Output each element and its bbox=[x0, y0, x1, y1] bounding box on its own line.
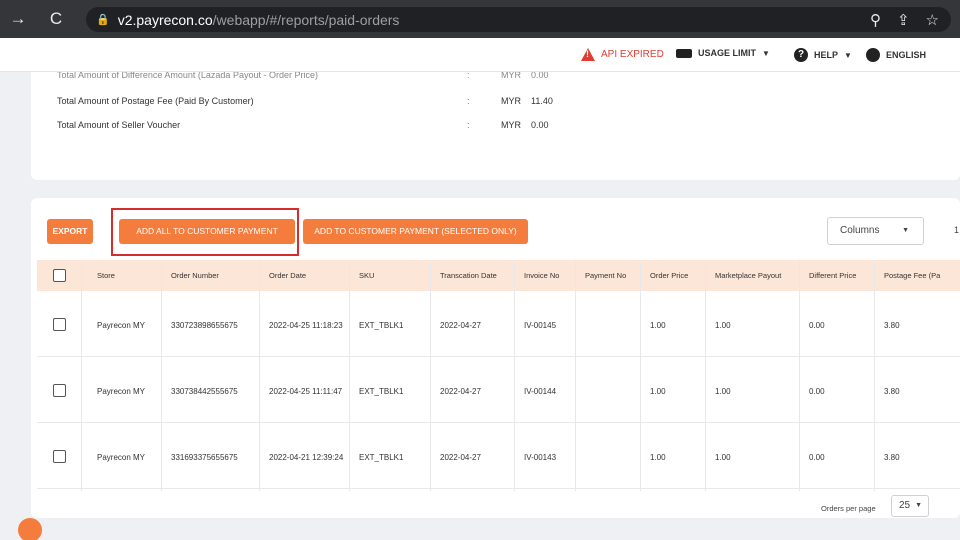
orders-per-page-label: Orders per page bbox=[821, 504, 876, 513]
url-path: /webapp/#/reports/paid-orders bbox=[212, 11, 400, 28]
caret-down-icon: ▼ bbox=[762, 48, 770, 58]
summary-colon: : bbox=[467, 96, 470, 106]
language-label: ENGLISH bbox=[886, 50, 927, 60]
cell-different-price: 0.00 bbox=[809, 453, 825, 462]
cell-store: Payrecon MY bbox=[97, 453, 146, 462]
cell-different-price: 0.00 bbox=[809, 387, 825, 396]
help-icon: ? bbox=[794, 48, 808, 62]
column-header[interactable]: SKU bbox=[359, 271, 374, 280]
caret-down-icon: ▼ bbox=[902, 227, 909, 234]
column-header[interactable]: Order Number bbox=[171, 271, 219, 280]
cell-sku: EXT_TBLK1 bbox=[359, 453, 404, 462]
url-domain: v2.payrecon.co bbox=[117, 11, 213, 28]
cell-order-number: 330738442555675 bbox=[171, 387, 238, 396]
cell-order-price: 1.00 bbox=[650, 387, 666, 396]
orders-per-page-select[interactable]: 25 ▼ bbox=[891, 495, 929, 517]
usage-limit-menu[interactable]: USAGE LIMIT ▼ bbox=[676, 48, 770, 58]
table-row[interactable]: Payrecon MY 330738442555675 2022-04-25 1… bbox=[37, 357, 960, 423]
browser-toolbar: → C 🔒 v2.payrecon.co/webapp/#/reports/pa… bbox=[0, 0, 960, 38]
column-header[interactable]: Marketplace Payout bbox=[715, 271, 781, 280]
lock-icon: 🔒 bbox=[96, 14, 110, 26]
column-header[interactable]: Transcation Date bbox=[440, 271, 497, 280]
cell-order-price: 1.00 bbox=[650, 453, 666, 462]
help-menu[interactable]: ? HELP ▼ bbox=[794, 48, 852, 62]
table-row[interactable]: Payrecon MY 331693375655675 2022-04-21 1… bbox=[37, 423, 960, 489]
cell-sku: EXT_TBLK1 bbox=[359, 321, 404, 330]
share-icon[interactable]: ⇪ bbox=[897, 11, 910, 29]
summary-label: Total Amount of Seller Voucher bbox=[57, 120, 181, 130]
forward-arrow-icon[interactable]: → bbox=[6, 9, 30, 29]
address-bar[interactable]: 🔒 v2.payrecon.co/webapp/#/reports/paid-o… bbox=[86, 7, 951, 32]
star-icon[interactable]: ☆ bbox=[926, 11, 939, 29]
cell-order-date: 2022-04-25 11:11:47 bbox=[269, 387, 343, 396]
summary-colon: : bbox=[467, 120, 470, 130]
cell-transaction-date: 2022-04-27 bbox=[440, 387, 481, 396]
search-icon[interactable]: ⚲ bbox=[870, 11, 881, 29]
select-all-checkbox[interactable] bbox=[53, 269, 66, 282]
chat-bubble-icon[interactable] bbox=[18, 518, 42, 540]
table-header: Store Order Number Order Date SKU Transc… bbox=[37, 260, 960, 291]
cell-order-price: 1.00 bbox=[650, 321, 666, 330]
api-status-label: API EXPIRED bbox=[601, 49, 664, 60]
cell-invoice-no: IV-00144 bbox=[524, 387, 557, 396]
cell-postage-fee: 3.80 bbox=[884, 321, 900, 330]
summary-value: 0.00 bbox=[531, 120, 549, 130]
cell-order-number: 331693375655675 bbox=[171, 453, 238, 462]
row-checkbox[interactable] bbox=[53, 450, 66, 463]
cell-marketplace-payout: 1.00 bbox=[715, 453, 731, 462]
column-header[interactable]: Invoice No bbox=[524, 271, 559, 280]
cell-postage-fee: 3.80 bbox=[884, 387, 900, 396]
columns-select[interactable]: Columns ▼ bbox=[827, 217, 924, 245]
drive-icon bbox=[676, 48, 692, 58]
column-header[interactable]: Order Date bbox=[269, 271, 306, 280]
cell-transaction-date: 2022-04-27 bbox=[440, 321, 481, 330]
caret-down-icon: ▼ bbox=[844, 50, 852, 60]
cell-order-date: 2022-04-21 12:39:24 bbox=[269, 453, 344, 462]
app-header: API EXPIRED USAGE LIMIT ▼ ? HELP ▼ ENGLI… bbox=[0, 38, 960, 72]
columns-label: Columns bbox=[840, 225, 880, 236]
cell-order-date: 2022-04-25 11:18:23 bbox=[269, 321, 343, 330]
cell-store: Payrecon MY bbox=[97, 387, 146, 396]
summary-label: Total Amount of Postage Fee (Paid By Cus… bbox=[57, 96, 254, 106]
globe-icon bbox=[866, 48, 880, 62]
highlight-box bbox=[111, 208, 299, 256]
summary-value: 11.40 bbox=[531, 96, 553, 106]
language-menu[interactable]: ENGLISH bbox=[866, 48, 926, 62]
cell-transaction-date: 2022-04-27 bbox=[440, 453, 481, 462]
reload-icon[interactable]: C bbox=[44, 9, 68, 29]
row-checkbox[interactable] bbox=[53, 384, 66, 397]
table-row[interactable]: Payrecon MY 330723898655675 2022-04-25 1… bbox=[37, 291, 960, 357]
column-header[interactable]: Payment No bbox=[585, 271, 626, 280]
cell-marketplace-payout: 1.00 bbox=[715, 387, 731, 396]
cell-sku: EXT_TBLK1 bbox=[359, 387, 404, 396]
cell-order-number: 330723898655675 bbox=[171, 321, 238, 330]
add-selected-to-customer-payment-button[interactable]: ADD TO CUSTOMER PAYMENT (SELECTED ONLY) bbox=[303, 219, 528, 244]
column-header[interactable]: Store bbox=[97, 271, 115, 280]
column-header[interactable]: Different Price bbox=[809, 271, 856, 280]
column-header[interactable]: Order Price bbox=[650, 271, 688, 280]
summary-card: Total Amount of Difference Amount (Lazad… bbox=[31, 56, 960, 180]
cell-marketplace-payout: 1.00 bbox=[715, 321, 731, 330]
usage-limit-label: USAGE LIMIT bbox=[698, 48, 756, 58]
summary-currency: MYR bbox=[501, 120, 521, 130]
warning-icon bbox=[581, 48, 595, 61]
caret-down-icon: ▼ bbox=[915, 502, 922, 509]
orders-card: EXPORT ADD ALL TO CUSTOMER PAYMENT ADD T… bbox=[31, 198, 960, 518]
api-status[interactable]: API EXPIRED bbox=[581, 48, 664, 61]
cell-postage-fee: 3.80 bbox=[884, 453, 900, 462]
clipped-text: 1 bbox=[954, 225, 960, 235]
row-checkbox[interactable] bbox=[53, 318, 66, 331]
cell-store: Payrecon MY bbox=[97, 321, 146, 330]
column-header[interactable]: Postage Fee (Pa bbox=[884, 271, 940, 280]
summary-currency: MYR bbox=[501, 96, 521, 106]
export-button[interactable]: EXPORT bbox=[47, 219, 93, 244]
cell-invoice-no: IV-00145 bbox=[524, 321, 557, 330]
cell-different-price: 0.00 bbox=[809, 321, 825, 330]
help-label: HELP bbox=[814, 50, 839, 60]
cell-invoice-no: IV-00143 bbox=[524, 453, 557, 462]
orders-per-page-value: 25 bbox=[899, 500, 911, 511]
